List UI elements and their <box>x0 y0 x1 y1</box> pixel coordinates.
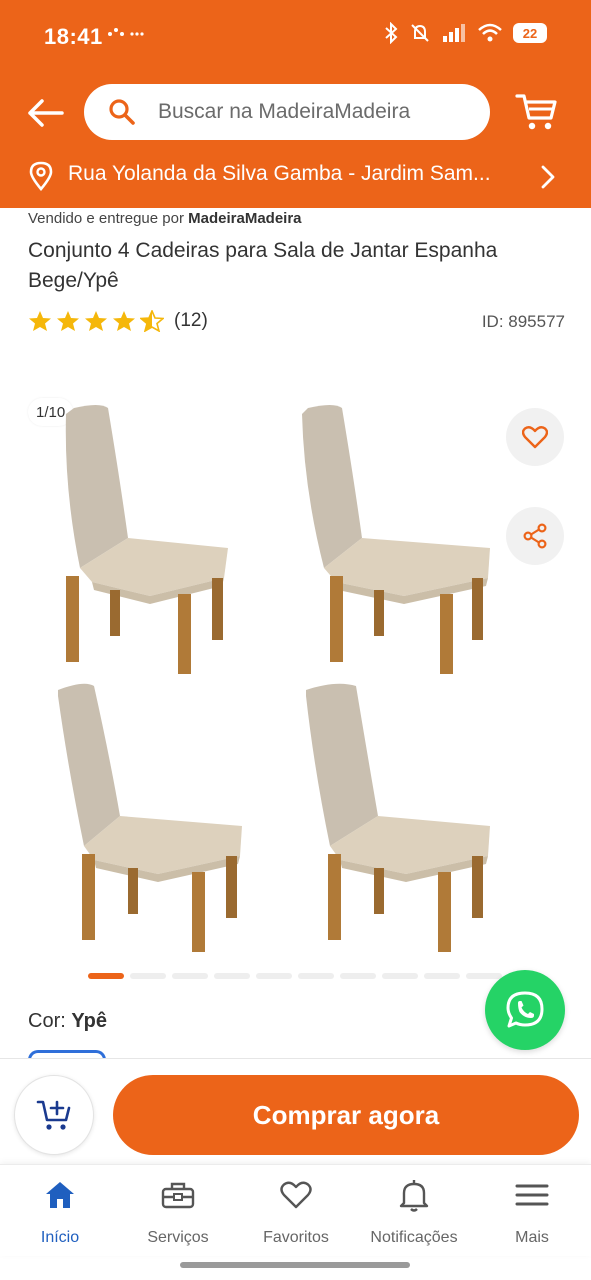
pagination-dot[interactable] <box>298 973 334 979</box>
pagination-dot[interactable] <box>214 973 250 979</box>
star-full-icon <box>85 311 107 331</box>
nav-label: Notificações <box>370 1229 458 1246</box>
nav-item-inicio[interactable]: Início <box>1 1177 119 1253</box>
whatsapp-button[interactable] <box>485 970 565 1050</box>
pagination-dot[interactable] <box>130 973 166 979</box>
pagination-dot[interactable] <box>424 973 460 979</box>
heart-icon <box>522 426 548 449</box>
star-half-icon <box>140 310 164 332</box>
heart-icon <box>280 1181 312 1209</box>
nav-item-mais[interactable]: Mais <box>473 1177 591 1253</box>
product-id: ID: 895577 <box>481 312 565 331</box>
address-text: Rua Yolanda da Silva Gamba - Jardim Sam.… <box>68 162 491 185</box>
add-to-cart-button[interactable] <box>14 1075 94 1155</box>
pagination-dot[interactable] <box>340 973 376 979</box>
status-bar: 18:41 22 <box>0 0 591 76</box>
bottom-navigation: Início Serviços Favoritos Notificações M… <box>0 1164 591 1256</box>
status-notification-icons <box>106 24 146 49</box>
color-selection-label: Cor: Ypê <box>28 1010 107 1033</box>
notification-icons <box>108 28 144 36</box>
home-icon <box>46 1182 74 1208</box>
chevron-right-icon <box>541 165 555 189</box>
bluetooth-icon <box>385 22 398 44</box>
mute-icon <box>411 24 429 42</box>
whatsapp-icon <box>506 991 544 1028</box>
gallery-pagination <box>88 973 502 979</box>
nav-label: Serviços <box>147 1229 209 1246</box>
buy-now-button[interactable]: Comprar agora <box>113 1075 579 1155</box>
back-button[interactable] <box>22 90 68 136</box>
nav-label: Mais <box>515 1229 549 1246</box>
color-value: Ypê <box>71 1010 107 1032</box>
search-bar[interactable] <box>84 84 490 140</box>
chair-image <box>65 405 228 674</box>
nav-label: Favoritos <box>263 1229 329 1246</box>
nav-label: Início <box>40 1229 80 1246</box>
color-label-prefix: Cor: <box>28 1010 66 1032</box>
product-title: Conjunto 4 Cadeiras para Sala de Jantar … <box>28 239 498 292</box>
wifi-icon <box>478 23 502 42</box>
rating-count: (12) <box>174 310 208 331</box>
seller-info: Vendido e entregue por MadeiraMadeira <box>28 210 302 227</box>
pagination-dot[interactable] <box>382 973 418 979</box>
chair-image <box>302 405 490 674</box>
pagination-dot[interactable] <box>466 973 502 979</box>
favorite-button[interactable] <box>506 408 564 466</box>
chair-image <box>306 683 490 952</box>
location-pin-icon <box>29 161 53 191</box>
pagination-dot-active[interactable] <box>88 973 124 979</box>
purchase-bar: Comprar agora <box>0 1058 591 1164</box>
app-header: 18:41 22 Buscar na MadeiraMadeira Rua Yo… <box>0 0 591 208</box>
seller-prefix: Vendido e entregue por <box>28 210 184 227</box>
star-full-icon <box>113 311 135 331</box>
battery-indicator: 22 <box>513 23 547 43</box>
home-indicator[interactable] <box>180 1262 410 1268</box>
nav-item-favoritos[interactable]: Favoritos <box>237 1177 355 1253</box>
delivery-address[interactable]: Rua Yolanda da Silva Gamba - Jardim Sam.… <box>0 152 591 200</box>
pagination-dot[interactable] <box>256 973 292 979</box>
search-input[interactable] <box>158 96 478 128</box>
arrow-left-icon <box>28 99 64 127</box>
star-full-icon <box>29 311 51 331</box>
nav-item-servicos[interactable]: Serviços <box>119 1177 237 1253</box>
bell-icon <box>399 1180 429 1212</box>
product-image-gallery[interactable]: 1/10 <box>0 380 591 980</box>
status-time: 18:41 <box>44 24 103 49</box>
status-right-icons: 22 <box>383 22 547 44</box>
signal-icon <box>443 24 465 42</box>
nav-item-notificacoes[interactable]: Notificações <box>355 1177 473 1253</box>
pagination-dot[interactable] <box>172 973 208 979</box>
cart-button[interactable] <box>512 88 562 136</box>
chair-image <box>58 683 242 952</box>
shopping-cart-icon <box>515 94 557 130</box>
search-icon <box>109 99 135 125</box>
share-button[interactable] <box>506 507 564 565</box>
rating-row[interactable]: (12) <box>28 310 208 332</box>
toolbox-icon <box>161 1182 195 1209</box>
menu-icon <box>515 1184 549 1206</box>
seller-name[interactable]: MadeiraMadeira <box>188 210 301 227</box>
star-full-icon <box>57 311 79 331</box>
cart-plus-icon <box>36 1100 71 1130</box>
share-icon <box>523 523 547 549</box>
